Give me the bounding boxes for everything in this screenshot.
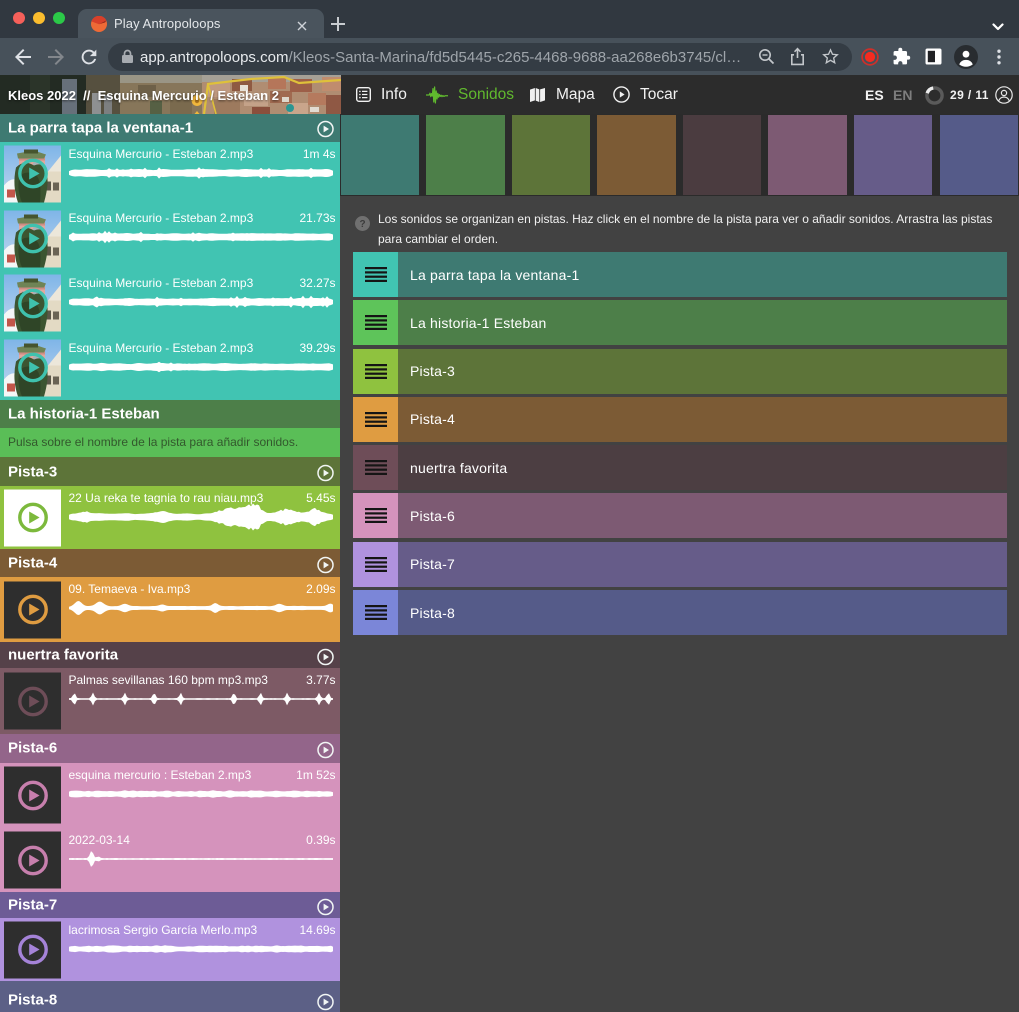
svg-text:?: ? — [359, 219, 365, 230]
